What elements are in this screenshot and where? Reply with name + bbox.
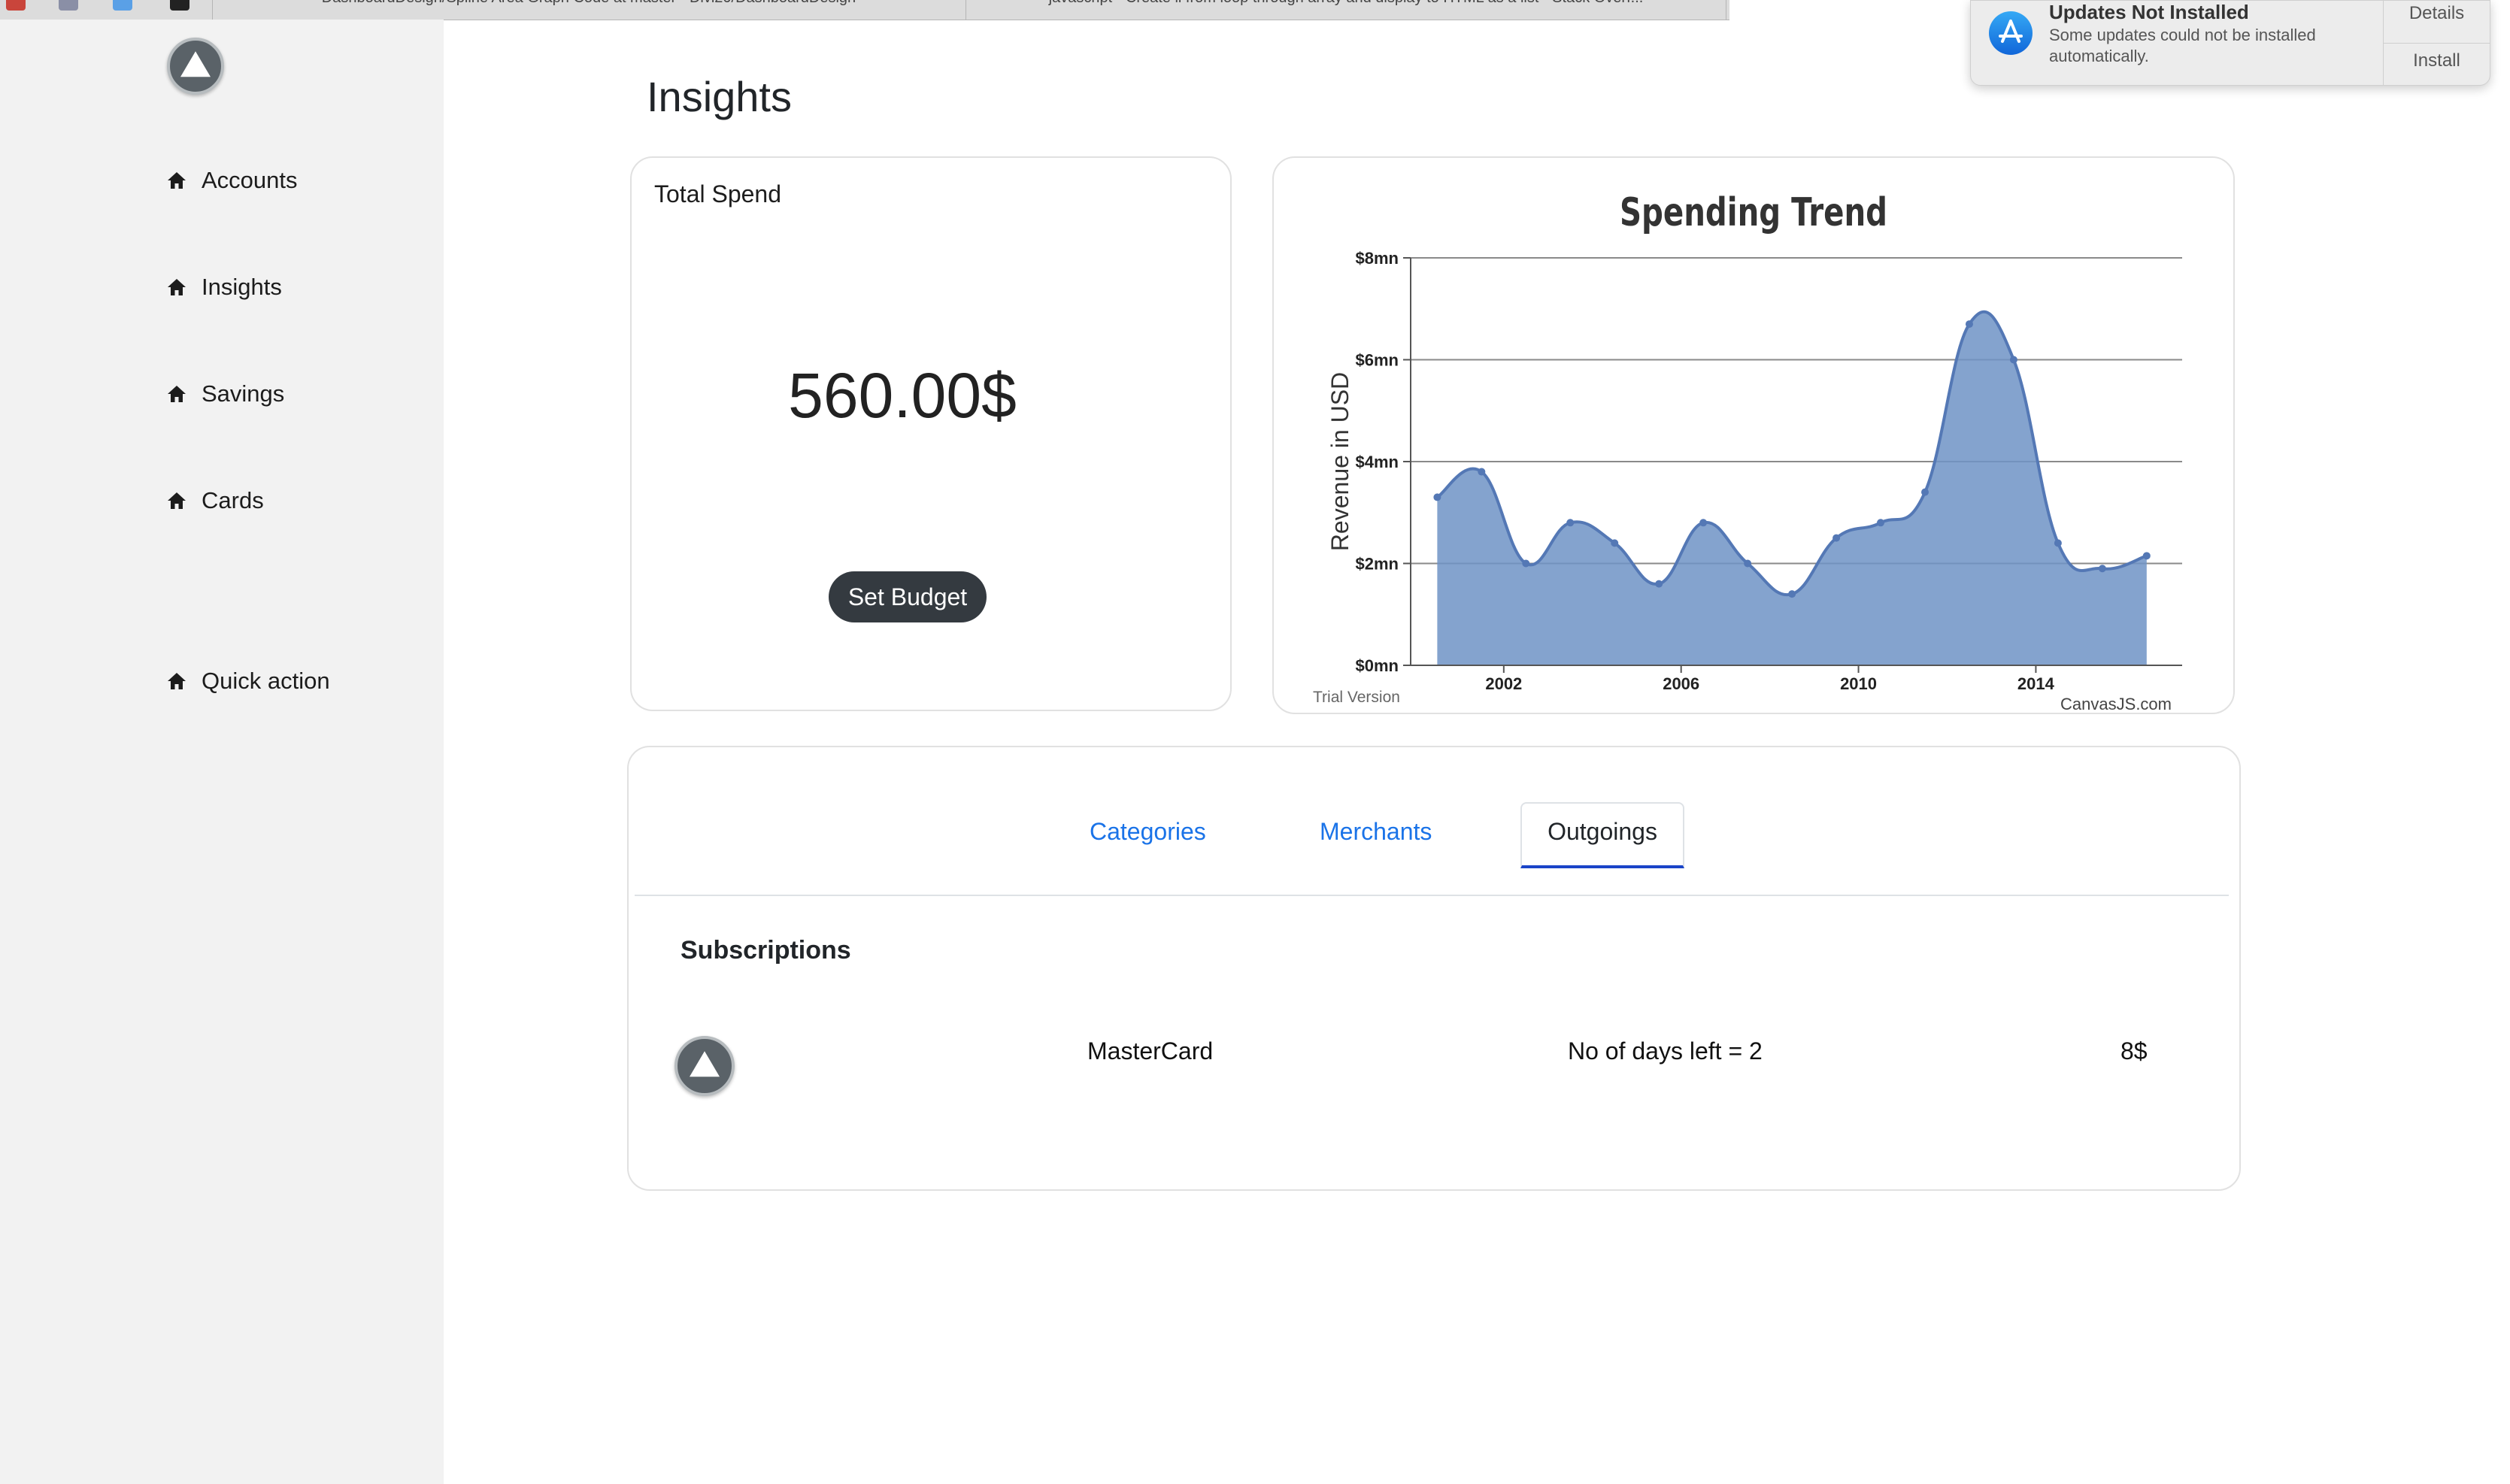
outgoings-card [627, 746, 2241, 1191]
sidebar-item-label: Savings [202, 380, 285, 407]
home-icon [168, 492, 186, 509]
chart-title: Spending Trend [1620, 190, 1887, 235]
browser-tab-dashboard[interactable]: DashboardDesign/Spline Area Graph Code a… [212, 0, 965, 20]
tab-merchants[interactable]: Merchants [1320, 818, 1432, 846]
chart-data-point [2142, 552, 2151, 560]
chart-area-series [1436, 310, 2148, 665]
home-icon [168, 673, 186, 689]
sidebar: Accounts Insights Savings Cards Quick ac… [0, 20, 444, 1484]
triangle-logo-icon [180, 51, 211, 77]
app-icon[interactable] [59, 0, 78, 11]
subscriptions-heading: Subscriptions [681, 936, 851, 965]
chart-y-tick-label: $8mn [1356, 249, 1399, 268]
chart-y-tick-label: $2mn [1356, 555, 1399, 574]
chart-x-tick-label: 2006 [1663, 674, 1699, 693]
triangle-logo-icon [690, 1051, 720, 1077]
chart-data-point [1655, 580, 1663, 588]
tab-outgoings-label: Outgoings [1548, 818, 1657, 845]
sidebar-item-insights[interactable]: Insights [167, 274, 282, 301]
home-icon [168, 172, 186, 189]
appstore-icon[interactable] [113, 0, 132, 11]
chart-area-fill [1437, 311, 2147, 665]
chart-y-tick-label: $6mn [1356, 351, 1399, 370]
tab-outgoings[interactable]: Outgoings [1520, 802, 1684, 868]
sidebar-item-accounts[interactable]: Accounts [167, 167, 298, 194]
chart-watermark-trial: Trial Version [1313, 689, 1400, 706]
notification-body: Some updates could not be installed auto… [2049, 26, 2316, 65]
chart-data-point [1832, 534, 1841, 542]
chart-data-point [1522, 559, 1530, 568]
appstore-icon [1989, 11, 2033, 55]
subscription-avatar [674, 1036, 735, 1096]
sidebar-item-label: Cards [202, 487, 264, 513]
notification-title: Updates Not Installed [2049, 1, 2249, 23]
subscription-days-left: No of days left = 2 [1568, 1037, 1763, 1065]
tab-categories[interactable]: Categories [1090, 818, 1206, 846]
chart-data-point [1877, 519, 1885, 527]
chart-x-tick-label: 2002 [1485, 674, 1522, 693]
logo-avatar[interactable] [167, 38, 224, 95]
browser-tab-title: DashboardDesign/Spline Area Graph Code a… [213, 0, 965, 7]
set-budget-button[interactable]: Set Budget [829, 571, 987, 622]
chart-data-point [2009, 356, 2017, 364]
notification-install-button[interactable]: Install [2384, 43, 2490, 85]
chart-data-point [1788, 590, 1796, 598]
chart-data-point [1965, 320, 1973, 329]
chart-watermark-canvasjs[interactable]: CanvasJS.com [2060, 695, 2172, 713]
chart-data-point [1433, 493, 1441, 501]
chart-data-point [2098, 565, 2106, 573]
sidebar-item-cards[interactable]: Cards [167, 487, 264, 514]
chart-data-point [1921, 488, 1929, 496]
chart-y-tick-label: $0mn [1356, 656, 1399, 675]
sidebar-item-savings[interactable]: Savings [167, 380, 284, 407]
chart-data-point [1566, 519, 1575, 527]
total-spend-card [630, 156, 1232, 711]
chart-data-point [2054, 539, 2062, 547]
chart-y-axis-title: Revenue in USD [1326, 372, 1354, 551]
sidebar-item-label: Accounts [202, 167, 298, 193]
chart-x-tick-labels: 2002 2006 2010 2014 [1485, 674, 2054, 693]
chart-data-point [1699, 519, 1708, 527]
flag-icon[interactable] [6, 0, 26, 11]
total-spend-amount: 560.00$ [788, 360, 1017, 431]
sidebar-item-quick-action[interactable]: Quick action [167, 668, 330, 695]
subscription-name: MasterCard [1087, 1037, 1214, 1065]
total-spend-title: Total Spend [654, 180, 782, 207]
updates-notification[interactable]: Updates Not Installed Some updates could… [1970, 0, 2490, 86]
page-title: Insights [647, 73, 792, 120]
home-icon [168, 386, 186, 402]
tabs-divider [635, 895, 2229, 896]
browser-tab-title: javascript - Create li from loop through… [966, 0, 1726, 7]
sidebar-item-label: Insights [202, 274, 282, 300]
chart-y-tick-labels: $0mn $2mn $4mn $6mn $8mn [1356, 249, 1399, 675]
chart-y-tick-label: $4mn [1356, 453, 1399, 471]
github-icon[interactable] [170, 0, 189, 11]
home-icon [168, 279, 186, 295]
chart-x-tick-label: 2010 [1840, 674, 1877, 693]
chart-data-point [1611, 539, 1619, 547]
sidebar-item-label: Quick action [202, 668, 330, 694]
spending-trend-chart: Spending Trend $0mn $2mn $4mn $6mn $8mn 2002… [1313, 190, 2182, 713]
chart-data-point [1744, 559, 1752, 568]
chart-data-point [1478, 468, 1486, 476]
notification-details-button[interactable]: Details [2384, 1, 2490, 44]
chart-x-tick-label: 2014 [2017, 674, 2055, 693]
browser-tab-stackoverflow[interactable]: javascript - Create li from loop through… [966, 0, 1726, 20]
browser-tab-strip: DashboardDesign/Spline Area Graph Code a… [0, 0, 1729, 20]
subscription-amount: 8$ [2120, 1037, 2148, 1065]
